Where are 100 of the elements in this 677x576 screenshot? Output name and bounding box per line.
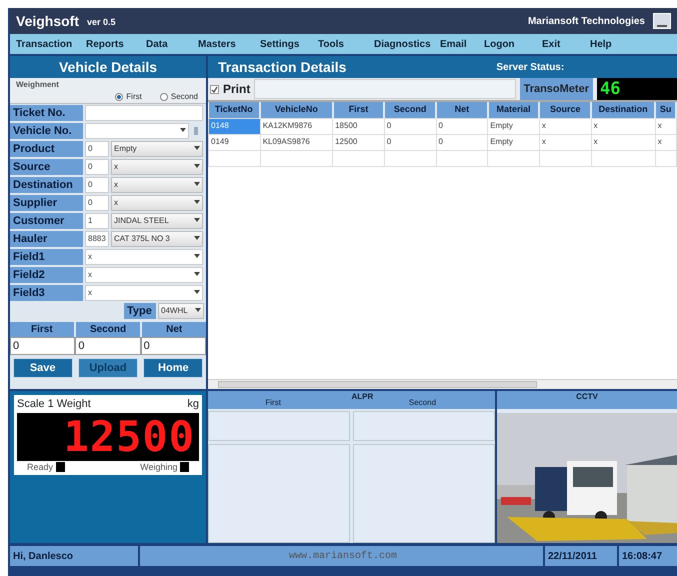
dropdown[interactable]: x	[85, 249, 203, 265]
field-label: Supplier	[10, 195, 83, 211]
scale-title: Scale 1 Weight	[17, 397, 91, 412]
dropdown[interactable]: x	[85, 285, 203, 301]
menu-item[interactable]: Diagnostics	[374, 36, 440, 52]
table-cell[interactable]: Empty	[488, 118, 540, 134]
table-cell[interactable]: 12500	[332, 134, 384, 150]
combo-field[interactable]	[85, 123, 189, 139]
status-time: 16:08:47	[619, 546, 677, 566]
code-field[interactable]: 8883	[85, 231, 109, 247]
menu-item[interactable]: Data	[146, 36, 198, 52]
table-cell[interactable]: 0	[436, 118, 488, 134]
code-field[interactable]: 0	[85, 159, 109, 175]
weight-field[interactable]: 0	[75, 337, 141, 355]
dropdown[interactable]: x	[111, 159, 203, 175]
table-cell[interactable]: x	[539, 134, 592, 150]
menu-item[interactable]: Settings	[260, 36, 318, 52]
print-checkbox[interactable]	[210, 84, 219, 94]
column-header: Second	[384, 102, 436, 118]
table-cell[interactable]: 0149	[208, 134, 260, 150]
table-cell[interactable]: 0	[384, 134, 436, 150]
field-label: Field3	[10, 285, 83, 301]
group-label: Weighment	[16, 79, 59, 91]
horizontal-scrollbar[interactable]	[208, 379, 677, 389]
menu-item[interactable]: Exit	[542, 36, 590, 52]
home-button[interactable]: Home	[143, 358, 204, 378]
table-cell[interactable]: 0	[384, 118, 436, 134]
field-label: Customer	[10, 213, 83, 229]
field-label: Hauler	[10, 231, 83, 247]
weight-field[interactable]: 0	[10, 337, 76, 355]
menu-item[interactable]: Help	[590, 36, 630, 52]
code-field[interactable]: 0	[85, 141, 109, 157]
table-cell[interactable]: Empty	[488, 134, 540, 150]
table-cell[interactable]: 18500	[332, 118, 384, 134]
field-label: Type	[124, 303, 156, 319]
table-cell[interactable]: x	[591, 134, 656, 150]
table-cell[interactable]: KA12KM9876	[260, 118, 333, 134]
field-label: Field2	[10, 267, 83, 283]
field-label: Product	[10, 141, 83, 157]
field-label: Ticket No.	[10, 105, 83, 121]
caret-icon	[194, 146, 200, 150]
code-field[interactable]: 0	[85, 177, 109, 193]
dropdown[interactable]: x	[111, 195, 203, 211]
meter-display: 46	[597, 78, 677, 100]
radio-option[interactable]: First	[115, 91, 142, 103]
code-field[interactable]: 0	[85, 195, 109, 211]
panel-header: Transaction Details	[218, 58, 346, 76]
table-cell[interactable]: x	[655, 118, 676, 134]
column-header: First	[332, 102, 384, 118]
minimize-button[interactable]	[653, 13, 671, 29]
column-header: First	[265, 397, 281, 409]
company-name: Mariansoft Technologies	[528, 14, 645, 28]
table-cell[interactable]: x	[539, 118, 592, 134]
minimize-icon	[657, 24, 667, 28]
column-header: Net	[142, 322, 206, 337]
column-header: Su	[655, 102, 676, 118]
menu-item[interactable]: Email	[440, 36, 484, 52]
checkbox-label: Print	[223, 81, 250, 98]
table-cell[interactable]: 0	[436, 134, 488, 150]
dropdown[interactable]: Empty	[111, 141, 203, 157]
status-greeting: Hi, Danlesco	[10, 546, 138, 566]
meter-label: TransoMeter	[520, 78, 593, 100]
menu-item[interactable]: Masters	[198, 36, 260, 52]
field-label: Source	[10, 159, 83, 175]
table-cell[interactable]: KL09AS9876	[260, 134, 333, 150]
menu-item[interactable]: Tools	[318, 36, 374, 52]
dropdown[interactable]: 04WHL	[158, 303, 204, 319]
weight-field[interactable]: 0	[140, 337, 206, 355]
column-header: Destination	[591, 102, 656, 118]
code-field[interactable]: 1	[85, 213, 109, 229]
caret-icon	[194, 236, 200, 240]
save-button[interactable]: Save	[12, 358, 73, 378]
caret-icon	[194, 200, 200, 204]
panel-title: CCTV	[576, 391, 598, 403]
indicator-label: Ready	[27, 460, 54, 474]
dropdown[interactable]: CAT 375L NO 3	[111, 231, 203, 247]
panel-title: ALPR	[352, 391, 374, 403]
dropdown[interactable]: x	[85, 267, 203, 283]
menu-item[interactable]: Transaction	[16, 36, 86, 52]
dropdown[interactable]: x	[111, 177, 203, 193]
column-header: Second	[76, 322, 140, 337]
field-label: Destination	[10, 177, 83, 193]
menu-item[interactable]: Logon	[484, 36, 542, 52]
status-date: 22/11/2011	[545, 546, 617, 566]
server-status-label: Server Status:	[496, 60, 564, 74]
radio-option[interactable]: Second	[160, 91, 198, 103]
input-field[interactable]	[254, 79, 516, 99]
weight-display: 12500	[17, 412, 199, 460]
dropdown[interactable]: JINDAL STEEL	[111, 213, 203, 229]
input-field[interactable]	[85, 105, 203, 121]
panel-header: Vehicle Details	[10, 56, 206, 78]
menu-item[interactable]: Reports	[86, 36, 146, 52]
table-cell[interactable]: x	[655, 134, 676, 150]
field-label: Field1	[10, 249, 83, 265]
column-header: Source	[539, 102, 592, 118]
column-header: First	[10, 322, 74, 337]
column-header: Second	[408, 397, 436, 409]
table-cell[interactable]: x	[591, 118, 656, 134]
field-label: Vehicle No.	[10, 123, 83, 139]
caret-icon	[194, 290, 200, 294]
